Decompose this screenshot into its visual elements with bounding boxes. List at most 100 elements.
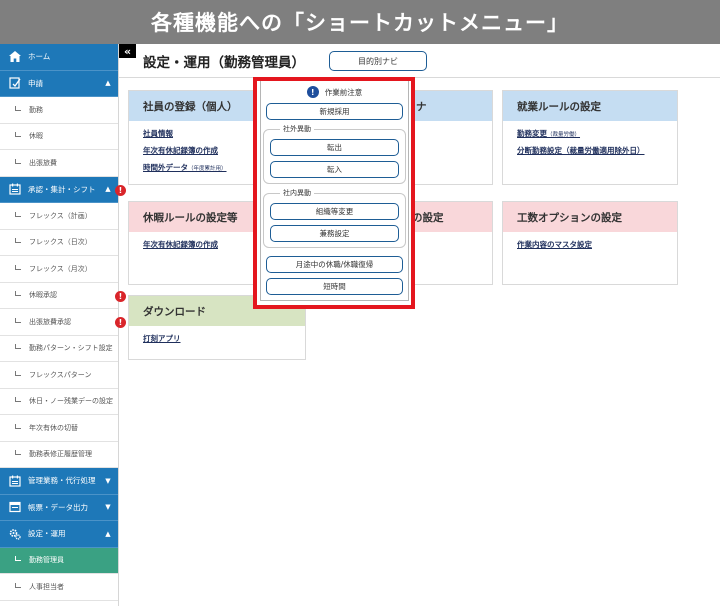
tree-corner-icon — [15, 397, 21, 403]
tree-corner-icon — [15, 450, 21, 456]
banner-title: 各種機能への「ショートカットメニュー」 — [151, 11, 569, 35]
sidebar-section-5[interactable]: 承認・集計・シフト ▲! — [0, 176, 126, 203]
card-work-rules: 就業ルールの設定 勤務変更（裁量労働） 分断勤務設定（裁量労働適用除外日） — [502, 90, 678, 185]
calendar-icon — [9, 183, 21, 195]
card-title: 就業ルールの設定 — [503, 91, 677, 121]
sidebar-section-label: 承認・集計・シフト — [28, 184, 96, 194]
sidebar-section-18[interactable]: 設定・運用 ▲ — [0, 521, 118, 548]
sidebar-section-label: ホーム — [28, 52, 51, 62]
sidebar-section-label: 管理業務・代行処理 — [28, 476, 96, 486]
sidebar-section-label: 帳票・データ出力 — [28, 502, 88, 512]
sidebar-item-label: 休暇承認 — [29, 291, 57, 300]
sidebar-item-9[interactable]: 休暇承認! — [0, 282, 126, 309]
sidebar-section-label: 設定・運用 — [28, 529, 66, 539]
org-change-button[interactable]: 組織等変更 — [270, 203, 399, 220]
purpose-nav-button[interactable]: 目的別ナビ — [329, 51, 427, 71]
sidebar-item-label: フレックス（計画） — [29, 211, 92, 220]
info-icon: ! — [306, 86, 319, 98]
tree-corner-icon — [15, 582, 21, 588]
concurrent-post-button[interactable]: 兼務設定 — [270, 225, 399, 242]
sidebar-section-label: 申請 — [28, 78, 43, 88]
alert-badge-icon: ! — [115, 317, 126, 328]
sidebar-item-12[interactable]: フレックスパターン — [0, 362, 118, 389]
sidebar-item-label: フレックス（日次） — [29, 238, 92, 247]
sidebar-item-label: 勤務管理員 — [29, 556, 64, 565]
tree-corner-icon — [15, 211, 21, 217]
collapse-sidebar-button[interactable]: « — [119, 44, 136, 58]
pre-work-notice[interactable]: ! 作業前注意 — [261, 83, 408, 101]
sidebar-item-label: 年次有休の切替 — [29, 423, 78, 432]
chevron-down-icon: ▼ — [105, 476, 111, 485]
sidebar-item-label: 休暇 — [29, 132, 43, 141]
sidebar-item-label: 出張旅費 — [29, 158, 57, 167]
calendar-icon — [9, 475, 21, 487]
alert-badge-icon: ! — [115, 184, 126, 196]
tree-corner-icon — [15, 264, 21, 270]
gear-icon — [9, 528, 21, 540]
page-title: 設定・運用（勤務管理員） — [143, 55, 305, 71]
tree-corner-icon — [15, 132, 21, 138]
sidebar: ホーム申請 ▲ 勤務休暇出張旅費承認・集計・シフト ▲! フレックス（計画） フレックス（… — [0, 44, 126, 606]
sidebar-item-13[interactable]: 休日・ノー残業デーの設定 — [0, 388, 118, 415]
screen: 各種機能への「ショートカットメニュー」 ホーム申請 ▲ 勤務休暇出張旅費承認・集計・… — [0, 0, 720, 606]
sidebar-section-17[interactable]: 帳票・データ出力 ▼ — [0, 494, 118, 521]
sidebar-item-label: 休日・ノー残業デーの設定 — [29, 397, 113, 406]
tree-corner-icon — [15, 238, 21, 244]
sidebar-item-4[interactable]: 出張旅費 — [0, 150, 118, 177]
sidebar-section-16[interactable]: 管理業務・代行処理 ▼ — [0, 468, 118, 495]
chevron-up-icon: ▲ — [105, 79, 111, 88]
chevron-up-icon: ▲ — [105, 529, 111, 538]
alert-badge-icon: ! — [115, 290, 126, 302]
internal-transfer-group: 社内異動 組織等変更 兼務設定 — [263, 188, 406, 248]
transfer-out-button[interactable]: 転出 — [270, 139, 399, 156]
link-clock-app[interactable]: 打刻アプリ — [143, 333, 291, 344]
sidebar-item-label: 勤務 — [29, 105, 43, 114]
link-split-work-setting[interactable]: 分断勤務設定（裁量労働適用除外日） — [517, 145, 663, 156]
sidebar-item-20[interactable]: 人事担当者 — [0, 574, 118, 601]
tree-corner-icon — [15, 291, 21, 297]
home-icon — [9, 51, 21, 63]
sidebar-item-19[interactable]: 勤務管理員 — [0, 547, 118, 574]
sidebar-item-10[interactable]: 出張旅費承認! — [0, 309, 126, 336]
divider — [119, 77, 720, 78]
tree-corner-icon — [15, 344, 21, 350]
shortcut-menu: ! 作業前注意 新規採用 社外異動 転出 転入 社内異動 組織等変更 兼務設定 … — [260, 81, 409, 301]
sidebar-item-2[interactable]: 勤務 — [0, 97, 118, 124]
chevron-up-icon: ▲ — [105, 185, 111, 194]
sidebar-item-label: 勤務表修正履歴管理 — [29, 450, 92, 459]
sidebar-section-0[interactable]: ホーム — [0, 44, 118, 71]
sidebar-item-7[interactable]: フレックス（日次） — [0, 229, 118, 256]
chevron-down-icon: ▼ — [105, 503, 111, 512]
tree-corner-icon — [15, 317, 21, 323]
link-work-content-master[interactable]: 作業内容のマスタ設定 — [517, 239, 663, 250]
window-icon — [9, 501, 21, 513]
sidebar-item-label: フレックス（月次） — [29, 264, 92, 273]
sidebar-item-15[interactable]: 勤務表修正履歴管理 — [0, 441, 118, 468]
external-transfer-group: 社外異動 転出 転入 — [263, 124, 406, 184]
form-icon — [9, 77, 21, 89]
tree-corner-icon — [15, 158, 21, 164]
sidebar-item-label: 出張旅費承認 — [29, 317, 71, 326]
tree-corner-icon — [15, 105, 21, 111]
sidebar-item-14[interactable]: 年次有休の切替 — [0, 415, 118, 442]
short-hours-button[interactable]: 短時間 — [266, 278, 403, 295]
double-chevron-left-icon: « — [123, 44, 132, 58]
sidebar-item-8[interactable]: フレックス（月次） — [0, 256, 118, 283]
card-workload-options: 工数オプションの設定 作業内容のマスタ設定 — [502, 201, 678, 285]
tree-corner-icon — [15, 370, 21, 376]
sidebar-item-6[interactable]: フレックス（計画） — [0, 203, 118, 230]
sidebar-item-label: 人事担当者 — [29, 582, 64, 591]
shortcut-menu-highlight: ! 作業前注意 新規採用 社外異動 転出 転入 社内異動 組織等変更 兼務設定 … — [253, 77, 415, 309]
sidebar-item-3[interactable]: 休暇 — [0, 123, 118, 150]
link-work-change[interactable]: 勤務変更（裁量労働） — [517, 128, 663, 139]
group-label: 社外異動 — [280, 124, 314, 134]
transfer-in-button[interactable]: 転入 — [270, 161, 399, 178]
tree-corner-icon — [15, 556, 21, 562]
tree-corner-icon — [15, 423, 21, 429]
sidebar-item-11[interactable]: 勤務パターン・シフト設定 — [0, 335, 118, 362]
sidebar-section-1[interactable]: 申請 ▲ — [0, 70, 118, 97]
new-hire-button[interactable]: 新規採用 — [266, 103, 403, 120]
leave-return-button[interactable]: 月途中の休職/休職復帰 — [266, 256, 403, 273]
group-label: 社内異動 — [280, 188, 314, 198]
sidebar-item-label: 勤務パターン・シフト設定 — [29, 344, 113, 353]
